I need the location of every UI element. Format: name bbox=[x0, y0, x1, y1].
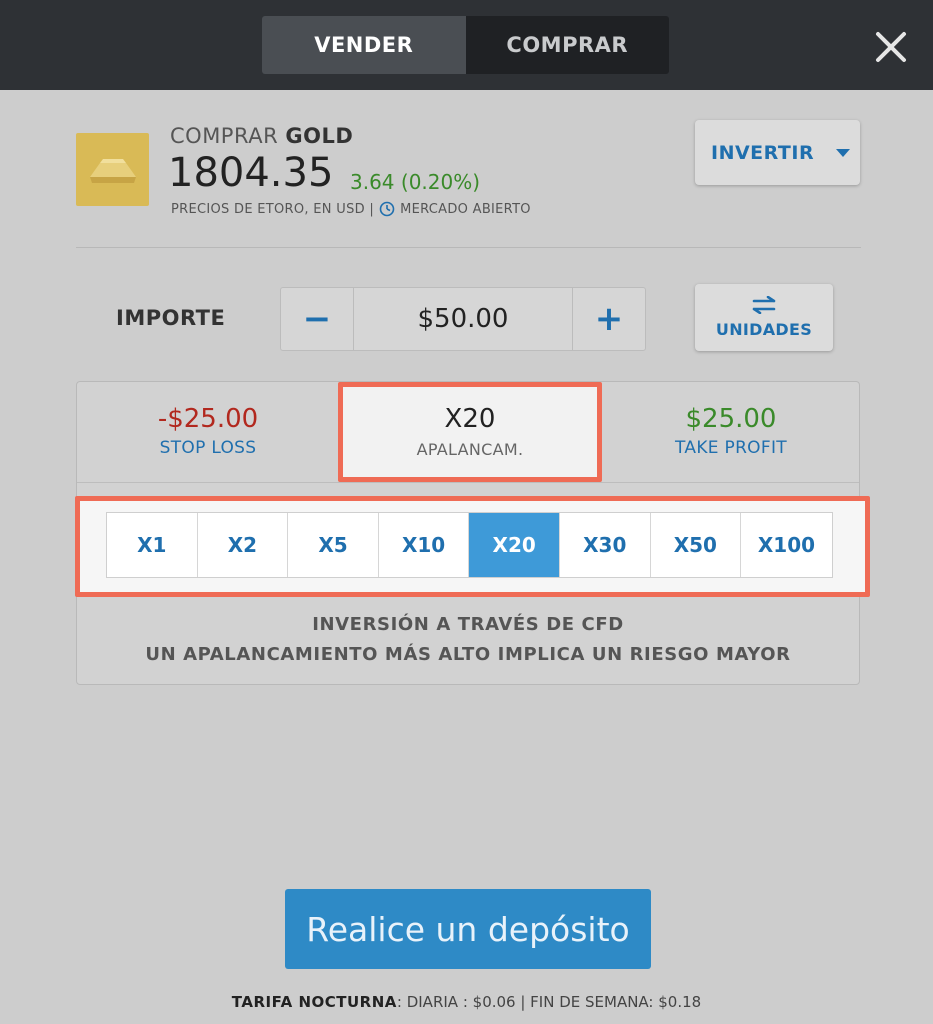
price-source: PRECIOS DE ETORO, EN USD | MERCADO ABIER… bbox=[171, 201, 531, 217]
amount-stepper: − $50.00 + bbox=[280, 287, 646, 351]
stop-loss-label[interactable]: STOP LOSS bbox=[77, 438, 339, 458]
price-source-text: PRECIOS DE ETORO, EN USD | bbox=[171, 201, 375, 217]
take-profit-value[interactable]: $25.00 bbox=[600, 404, 862, 434]
stop-loss-value[interactable]: -$25.00 bbox=[77, 404, 339, 434]
amount-input[interactable]: $50.00 bbox=[353, 288, 573, 350]
leverage-option[interactable]: X5 bbox=[288, 513, 379, 577]
leverage-option[interactable]: X100 bbox=[741, 513, 832, 577]
buy-sell-toggle: VENDER COMPRAR bbox=[262, 16, 669, 74]
leverage-option[interactable]: X2 bbox=[197, 513, 289, 577]
increase-amount-button[interactable]: + bbox=[573, 288, 645, 350]
invest-dropdown-button[interactable]: INVERTIR bbox=[695, 120, 860, 185]
swap-arrows-icon bbox=[752, 296, 776, 314]
leverage-option[interactable]: X30 bbox=[559, 513, 651, 577]
leverage-option[interactable]: X50 bbox=[650, 513, 742, 577]
fees-text: : DIARIA : $0.06 | FIN DE SEMANA: $0.18 bbox=[396, 993, 702, 1011]
leverage-option[interactable]: X10 bbox=[378, 513, 470, 577]
overnight-fees: TARIFA NOCTURNA: DIARIA : $0.06 | FIN DE… bbox=[0, 993, 933, 1011]
panel-divider bbox=[77, 482, 859, 483]
leverage-option-selected[interactable]: X20 bbox=[469, 513, 560, 577]
market-status: MERCADO ABIERTO bbox=[400, 201, 531, 217]
leverage-options: X1 X2 X5 X10 X20 X30 X50 X100 bbox=[106, 512, 833, 578]
asset-action: COMPRAR bbox=[170, 124, 279, 148]
header-divider bbox=[76, 247, 861, 248]
top-bar: VENDER COMPRAR bbox=[0, 0, 933, 90]
cfd-risk-note: INVERSIÓN A TRAVÉS DE CFD UN APALANCAMIE… bbox=[76, 610, 860, 670]
sell-tab[interactable]: VENDER bbox=[262, 16, 466, 74]
fees-title: TARIFA NOCTURNA bbox=[231, 993, 397, 1011]
deposit-button[interactable]: Realice un depósito bbox=[285, 889, 651, 969]
invest-label: INVERTIR bbox=[711, 141, 815, 164]
asset-symbol: GOLD bbox=[285, 124, 354, 148]
leverage-option[interactable]: X1 bbox=[107, 513, 198, 577]
cfd-note-line-2: UN APALANCAMIENTO MÁS ALTO IMPLICA UN RI… bbox=[145, 644, 791, 665]
units-toggle-button[interactable]: UNIDADES bbox=[695, 284, 833, 351]
cfd-note-line-1: INVERSIÓN A TRAVÉS DE CFD bbox=[312, 614, 624, 635]
close-icon[interactable] bbox=[872, 28, 910, 66]
amount-label: IMPORTE bbox=[116, 306, 226, 330]
clock-icon bbox=[379, 201, 395, 217]
leverage-tab[interactable]: X20 APALANCAM. bbox=[338, 382, 602, 482]
asset-price: 1804.35 bbox=[168, 150, 334, 196]
gold-bar-icon bbox=[76, 133, 149, 206]
buy-tab[interactable]: COMPRAR bbox=[465, 16, 669, 74]
asset-title: COMPRAR GOLD bbox=[170, 124, 353, 148]
leverage-value: X20 bbox=[444, 404, 496, 434]
decrease-amount-button[interactable]: − bbox=[281, 288, 353, 350]
price-change: 3.64 (0.20%) bbox=[350, 170, 481, 194]
units-label: UNIDADES bbox=[715, 320, 813, 339]
caret-down-icon bbox=[836, 148, 851, 157]
take-profit-label[interactable]: TAKE PROFIT bbox=[600, 438, 862, 458]
leverage-label: APALANCAM. bbox=[416, 440, 524, 459]
